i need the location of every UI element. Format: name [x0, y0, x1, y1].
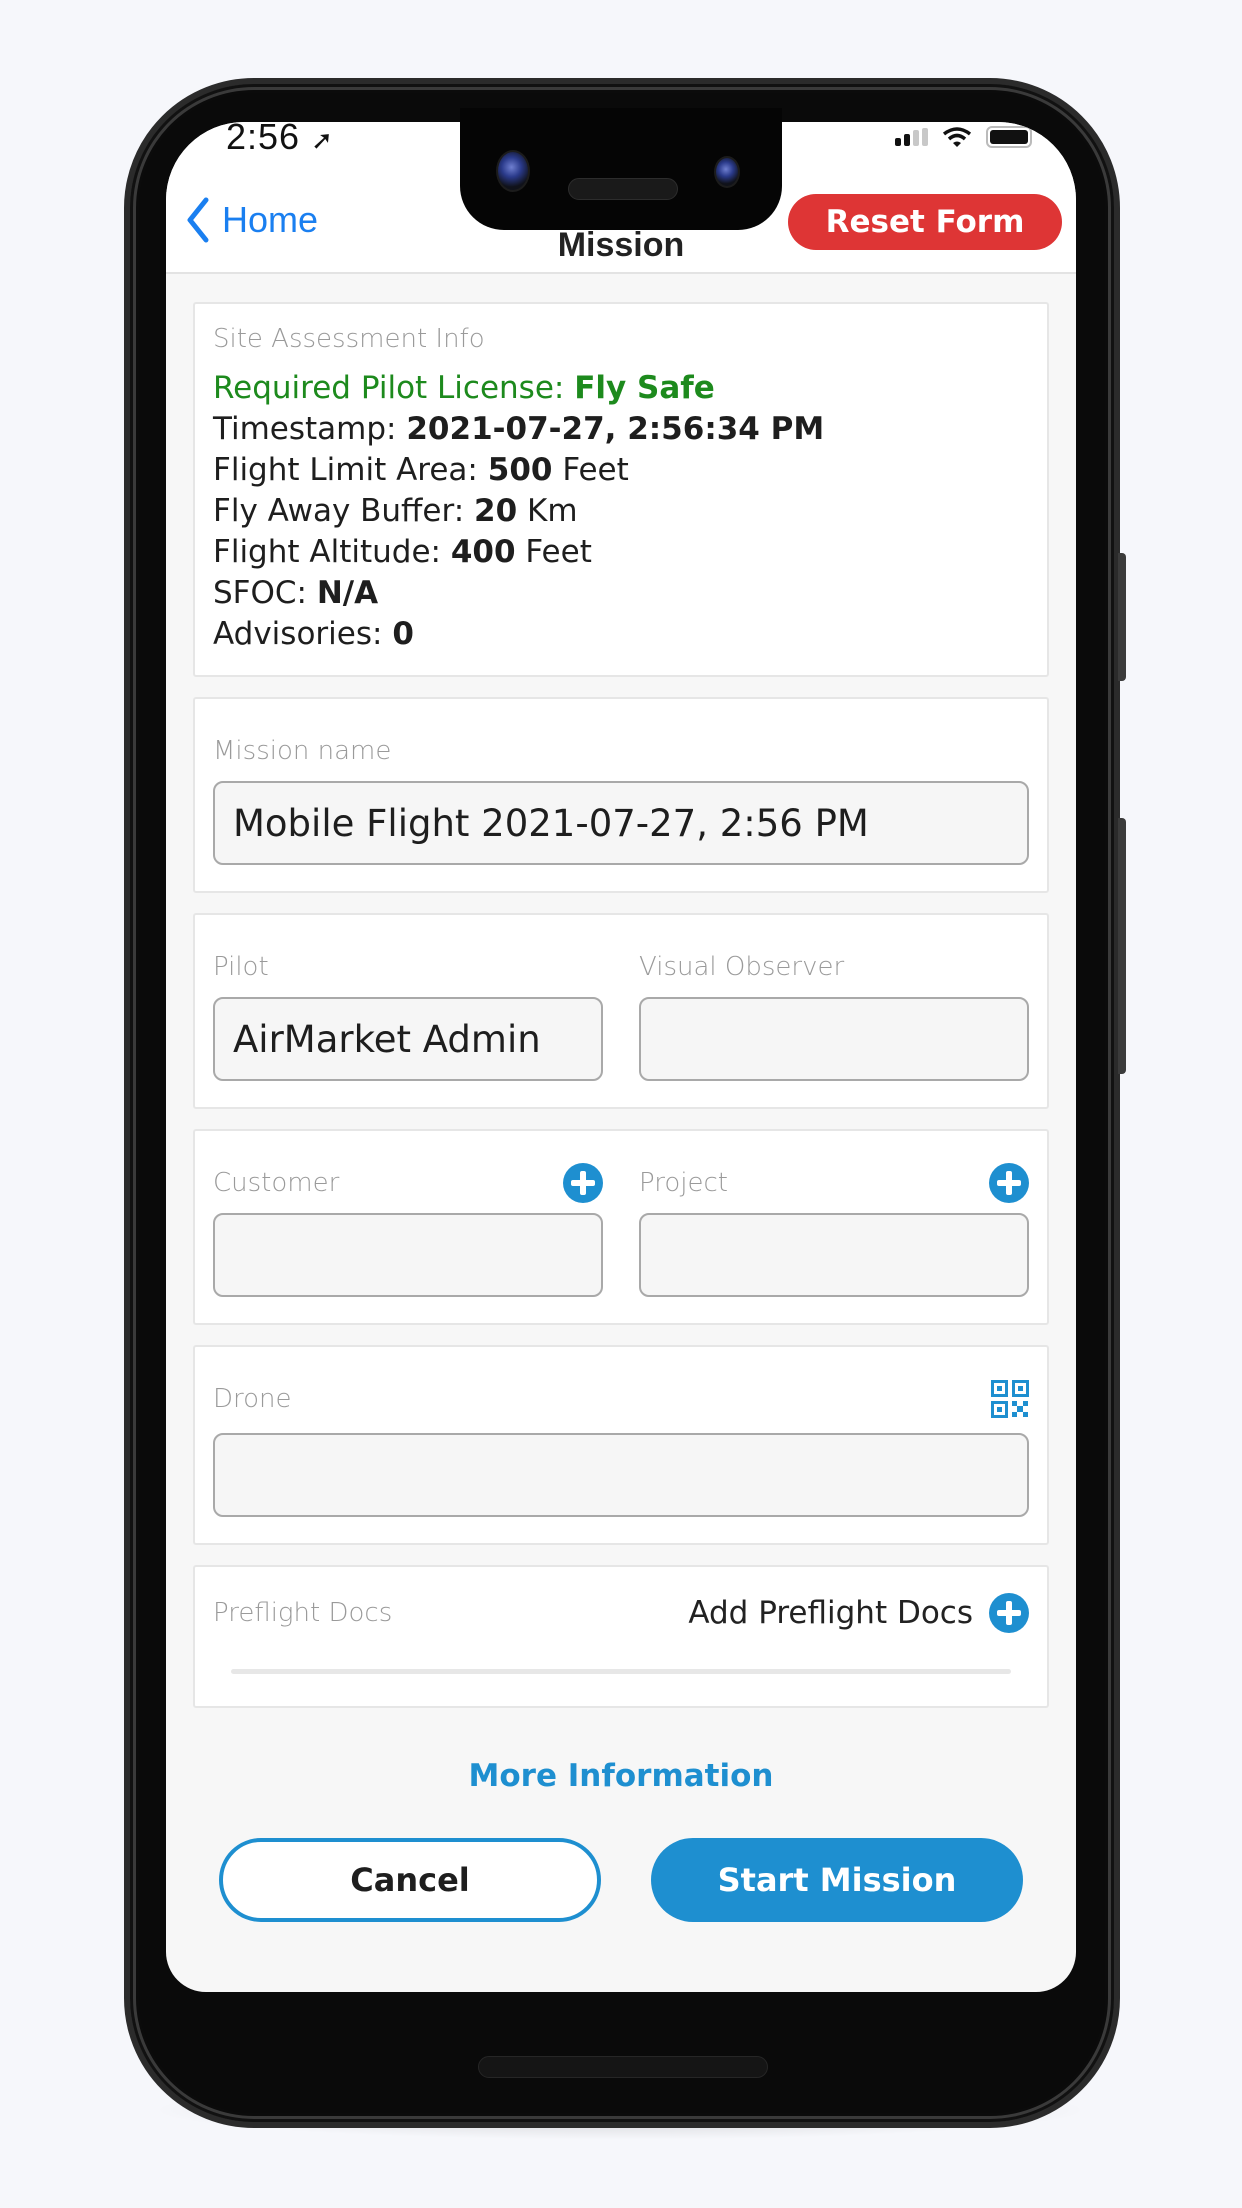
cellular-signal-icon: [895, 128, 928, 146]
flight-altitude-line: Flight Altitude: 400 Feet: [213, 534, 592, 570]
bottom-speaker: [478, 2056, 768, 2078]
sfoc-line: SFOC: N/A: [213, 575, 379, 611]
preflight-docs-card: Preflight Docs Add Preflight Docs: [193, 1565, 1049, 1708]
add-project-plus-icon[interactable]: [989, 1163, 1029, 1203]
site-assessment-label: Site Assessment Info: [213, 324, 485, 354]
add-preflight-docs-label: Add Preflight Docs: [688, 1595, 973, 1631]
mission-name-input[interactable]: [213, 781, 1029, 865]
crew-card: Pilot Visual Observer: [193, 913, 1049, 1109]
sfoc-value: N/A: [316, 575, 379, 611]
advisories-value: 0: [392, 616, 414, 652]
volume-button: [1118, 818, 1126, 1074]
preflight-docs-divider: [231, 1669, 1011, 1674]
camera-notch: [460, 108, 782, 230]
add-preflight-docs-button[interactable]: Add Preflight Docs: [688, 1593, 1029, 1633]
visual-observer-label: Visual Observer: [639, 952, 845, 982]
front-camera-icon: [496, 150, 530, 192]
project-input[interactable]: [639, 1213, 1029, 1297]
location-arrow-icon: ➚: [311, 125, 334, 155]
pilot-label: Pilot: [213, 952, 269, 982]
qr-code-icon[interactable]: [991, 1380, 1029, 1418]
mission-name-card: Mission name: [193, 697, 1049, 893]
wifi-icon: [942, 127, 972, 147]
flight-limit-line: Flight Limit Area: 500 Feet: [213, 452, 629, 488]
timestamp-value: 2021-07-27, 2:56:34 PM: [406, 411, 825, 447]
required-license-value: Fly Safe: [574, 370, 715, 406]
flight-limit-value: 500: [487, 452, 553, 488]
action-buttons: Cancel Start Mission: [193, 1838, 1049, 1922]
status-icons: [895, 122, 1032, 152]
fly-away-buffer-line: Fly Away Buffer: 20 Km: [213, 493, 578, 529]
front-sensor-icon: [714, 156, 740, 188]
pilot-input[interactable]: [213, 997, 603, 1081]
mission-name-label: Mission name: [213, 736, 392, 766]
plus-circle-icon: [989, 1593, 1029, 1633]
project-label: Project: [639, 1168, 728, 1198]
site-assessment-info: Required Pilot License: Fly Safe Timesta…: [213, 368, 1029, 655]
app-screen: 2:56 ➚ Home Mission Reset Form Site Asse…: [166, 122, 1076, 1992]
customer-input[interactable]: [213, 1213, 603, 1297]
fly-away-buffer-value: 20: [474, 493, 518, 529]
customer-label: Customer: [213, 1168, 340, 1198]
site-assessment-card: Site Assessment Info Required Pilot Lice…: [193, 302, 1049, 677]
visual-observer-input[interactable]: [639, 997, 1029, 1081]
required-license-line: Required Pilot License: Fly Safe: [213, 370, 715, 406]
cancel-button[interactable]: Cancel: [219, 1838, 601, 1922]
timestamp-line: Timestamp: 2021-07-27, 2:56:34 PM: [213, 411, 825, 447]
add-customer-plus-icon[interactable]: [563, 1163, 603, 1203]
earpiece-speaker: [568, 178, 678, 200]
customer-project-card: Customer Project: [193, 1129, 1049, 1325]
drone-input[interactable]: [213, 1433, 1029, 1517]
drone-card: Drone: [193, 1345, 1049, 1545]
preflight-docs-label: Preflight Docs: [213, 1598, 393, 1628]
drone-label: Drone: [213, 1384, 292, 1414]
battery-icon: [986, 126, 1032, 148]
flight-altitude-value: 400: [450, 534, 516, 570]
power-button: [1118, 553, 1126, 681]
start-mission-button[interactable]: Start Mission: [651, 1838, 1023, 1922]
advisories-line: Advisories: 0: [213, 616, 414, 652]
status-time: 2:56 ➚: [226, 122, 334, 157]
reset-form-button[interactable]: Reset Form: [788, 194, 1062, 250]
more-information-link[interactable]: More Information: [193, 1758, 1049, 1794]
mission-form: Site Assessment Info Required Pilot Lice…: [193, 302, 1049, 1922]
